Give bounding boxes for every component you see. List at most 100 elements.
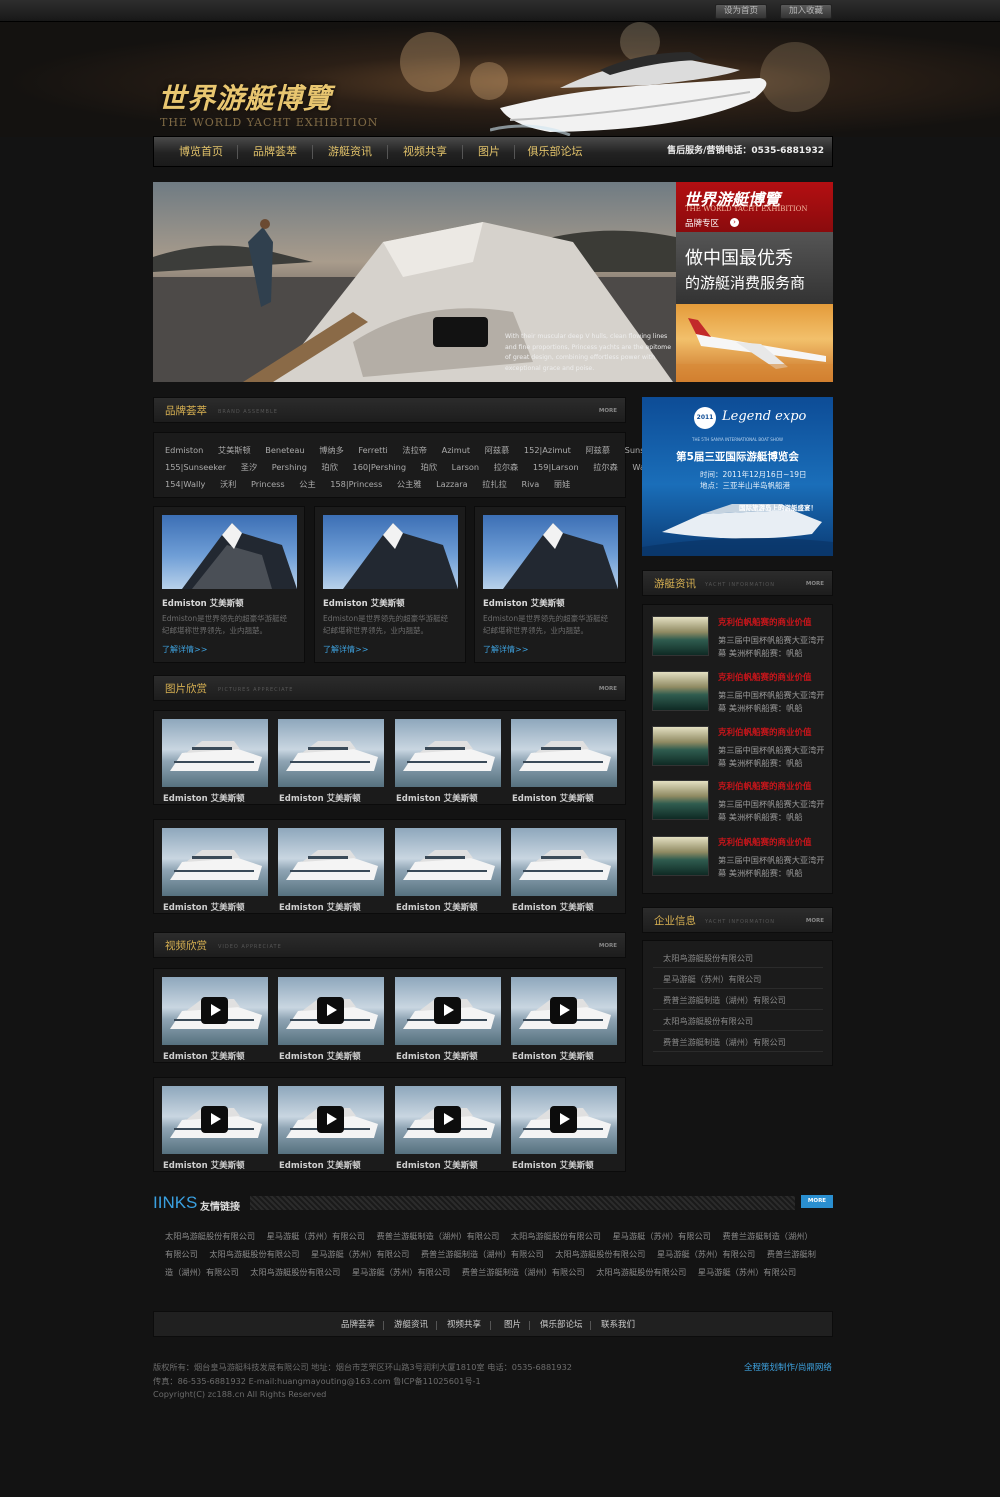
brand-link[interactable]: 155|Sunseeker 圣汐 (165, 462, 257, 472)
brand-link[interactable]: 159|Larson 拉尔森 (533, 462, 618, 472)
brand-link[interactable]: Ferretti 法拉帝 (358, 445, 427, 455)
brand-link[interactable]: Edmiston 艾美斯顿 (165, 445, 251, 455)
brand-link[interactable]: Beneteau 博纳多 (265, 445, 344, 455)
brand-row: 155|Sunseeker 圣汐 Pershing 珀欣 160|Pershin… (165, 461, 685, 473)
brand-card[interactable]: Edmiston 艾美斯顿 Edmiston是世界领先的超豪华游艇经 纪邮堪称世界… (474, 506, 626, 663)
news-item[interactable]: 克利伯帆船赛的商业价值 第三届中国杯帆船赛大亚湾开幕 美洲杯帆船赛：帆船 (643, 611, 834, 666)
nav-item-news[interactable]: 游艇资讯 (321, 137, 379, 166)
yacht-video-thumbnail (511, 1086, 617, 1154)
brand-link[interactable]: 152|Azimut 阿兹慕 (524, 445, 610, 455)
play-icon[interactable] (317, 1106, 344, 1133)
site-logo-subtitle: THE WORLD YACHT EXHIBITION (160, 116, 379, 129)
video-name: Edmiston 艾美斯顿 (396, 1161, 478, 1171)
brand-link[interactable]: Larson 拉尔森 (452, 462, 519, 472)
companies-list: 太阳鸟游艇股份有限公司 星马游艇（苏州）有限公司 费普兰游艇制造（湖州）有限公司… (642, 940, 833, 1066)
play-icon[interactable] (201, 1106, 228, 1133)
news-thumbnail (652, 726, 709, 766)
hero-caption-line: and fine proportions, Princess yachts ar… (505, 343, 672, 351)
brand-card[interactable]: Edmiston 艾美斯顿 Edmiston是世界领先的超豪华游艇经 纪邮堪称世界… (153, 506, 305, 663)
list-divider (653, 1051, 823, 1052)
nav-item-brands[interactable]: 品牌荟萃 (246, 137, 304, 166)
footer-nav-video[interactable]: 视频共享 (447, 1312, 481, 1338)
play-triangle (444, 1004, 454, 1016)
nav-item-forum[interactable]: 俱乐部论坛 (522, 137, 588, 166)
card-description: Edmiston是世界领先的超豪华游艇经 纪邮堪称世界领先，业内翘楚。 (162, 613, 287, 637)
friend-links-row[interactable]: 造（湖州）有限公司 太阳鸟游艇股份有限公司 星马游艇（苏州）有限公司 费普兰游艇… (165, 1266, 796, 1278)
links-more-button[interactable]: MORE (801, 1195, 833, 1208)
cruise-ship-image (323, 515, 458, 589)
company-link[interactable]: 太阳鸟游艇股份有限公司 (663, 1015, 753, 1027)
brand-link[interactable]: 154|Wally 沃利 (165, 479, 236, 489)
play-icon[interactable] (550, 997, 577, 1024)
play-icon[interactable] (550, 1106, 577, 1133)
brand-link[interactable]: Pershing 珀欣 (272, 462, 338, 472)
news-title[interactable]: 克利伯帆船赛的商业价值 (718, 616, 812, 628)
links-section-subtitle: 友情链接 (200, 1202, 240, 1213)
company-link[interactable]: 星马游艇（苏州）有限公司 (663, 973, 761, 985)
yacht-photo (395, 828, 501, 896)
news-title[interactable]: 克利伯帆船赛的商业价值 (718, 671, 812, 683)
card-description-line: 纪邮堪称世界领先，业内翘楚。 (323, 626, 428, 635)
play-icon[interactable] (434, 997, 461, 1024)
airplane-image (676, 304, 833, 382)
picture-name: Edmiston 艾美斯顿 (396, 903, 478, 913)
news-item[interactable]: 克利伯帆船赛的商业价值 第三届中国杯帆船赛大亚湾开幕 美洲杯帆船赛：帆船 (643, 666, 834, 721)
brand-row: Edmiston 艾美斯顿 Beneteau 博纳多 Ferretti 法拉帝 … (165, 444, 698, 456)
brand-link[interactable]: Princess 公主 (251, 479, 316, 489)
add-favorite-button[interactable]: 加入收藏 (780, 4, 832, 19)
play-icon[interactable] (201, 997, 228, 1024)
nav-item-video[interactable]: 视频共享 (396, 137, 454, 166)
company-link[interactable]: 费普兰游艇制造（湖州）有限公司 (663, 1036, 786, 1048)
play-icon[interactable] (317, 997, 344, 1024)
yacht-photo (278, 828, 384, 896)
company-link[interactable]: 费普兰游艇制造（湖州）有限公司 (663, 994, 786, 1006)
brand-link[interactable]: 158|Princess 公主雅 (330, 479, 421, 489)
boat-show-ad[interactable]: 2011 Legend expo THE 5TH SANYA INTERNATI… (642, 397, 833, 556)
brand-link[interactable]: 160|Pershing 珀欣 (353, 462, 438, 472)
play-icon[interactable] (434, 1106, 461, 1133)
play-triangle (560, 1004, 570, 1016)
card-description-line: Edmiston是世界领先的超豪华游艇经 (483, 614, 609, 623)
card-more-link[interactable]: 了解详情>> (323, 644, 368, 655)
yacht-video-thumbnail (395, 1086, 501, 1154)
company-link[interactable]: 太阳鸟游艇股份有限公司 (663, 952, 753, 964)
brand-link[interactable]: Riva 丽娃 (521, 479, 570, 489)
videos-more-link[interactable]: MORE (599, 933, 617, 959)
footer-nav-pictures[interactable]: 图片 (504, 1312, 521, 1338)
news-title[interactable]: 克利伯帆船赛的商业价值 (718, 780, 812, 792)
news-item[interactable]: 克利伯帆船赛的商业价值 第三届中国杯帆船赛大亚湾开幕 美洲杯帆船赛：帆船 (643, 721, 834, 776)
picture-name: Edmiston 艾美斯顿 (163, 903, 245, 913)
site-logo[interactable]: 世界游艇博覽 (158, 77, 332, 117)
footer-nav-brands[interactable]: 品牌荟萃 (341, 1312, 375, 1338)
card-more-link[interactable]: 了解详情>> (483, 644, 528, 655)
news-item[interactable]: 克利伯帆船赛的商业价值 第三届中国杯帆船赛大亚湾开幕 美洲杯帆船赛：帆船 (643, 831, 834, 886)
yacht-photo (162, 719, 268, 787)
nav-item-pictures[interactable]: 图片 (471, 137, 507, 166)
footer-credit-link[interactable]: 全程策划制作/尚鼎网络 (744, 1361, 832, 1373)
brand-link[interactable]: Azimut 阿兹慕 (442, 445, 510, 455)
pictures-more-link[interactable]: MORE (599, 676, 617, 702)
yacht-video-thumbnail (511, 977, 617, 1045)
footer-nav-contact[interactable]: 联系我们 (601, 1312, 635, 1338)
friend-links-row[interactable]: 有限公司 太阳鸟游艇股份有限公司 星马游艇（苏州）有限公司 费普兰游艇制造（湖州… (165, 1248, 816, 1260)
footer-nav-forum[interactable]: 俱乐部论坛 (540, 1312, 583, 1338)
news-more-link[interactable]: MORE (806, 571, 824, 597)
nav-item-home[interactable]: 博览首页 (172, 137, 230, 166)
footer-copyright: Copyright(C) zc188.cn All Rights Reserve… (153, 1389, 327, 1399)
brand-link[interactable]: Lazzara 拉扎拉 (436, 479, 507, 489)
slogan-panel: 做中国最优秀 的游艇消费服务商 (676, 232, 833, 304)
brands-more-link[interactable]: MORE (599, 398, 617, 424)
news-item[interactable]: 克利伯帆船赛的商业价值 第三届中国杯帆船赛大亚湾开幕 美洲杯帆船赛：帆船 (643, 775, 834, 830)
footer-nav-news[interactable]: 游艇资讯 (394, 1312, 428, 1338)
news-title[interactable]: 克利伯帆船赛的商业价值 (718, 836, 812, 848)
hero-banner[interactable]: With their muscular deep V hulls, clean … (153, 182, 676, 382)
brand-card[interactable]: Edmiston 艾美斯顿 Edmiston是世界领先的超豪华游艇经 纪邮堪称世界… (314, 506, 466, 663)
set-homepage-button[interactable]: 设为首页 (715, 4, 767, 19)
companies-more-link[interactable]: MORE (806, 908, 824, 934)
brand-zone-banner[interactable]: 世界游艇博覽 THE WORLD YACHT EXHIBITION 品牌专区 › (676, 182, 833, 232)
news-description: 第三届中国杯帆船赛大亚湾开幕 美洲杯帆船赛：帆船 (718, 690, 825, 713)
friend-links-row[interactable]: 太阳鸟游艇股份有限公司 星马游艇（苏州）有限公司 费普兰游艇制造（湖州）有限公司… (165, 1230, 813, 1242)
picture-name: Edmiston 艾美斯顿 (512, 794, 594, 804)
card-more-link[interactable]: 了解详情>> (162, 644, 207, 655)
news-title[interactable]: 克利伯帆船赛的商业价值 (718, 726, 812, 738)
